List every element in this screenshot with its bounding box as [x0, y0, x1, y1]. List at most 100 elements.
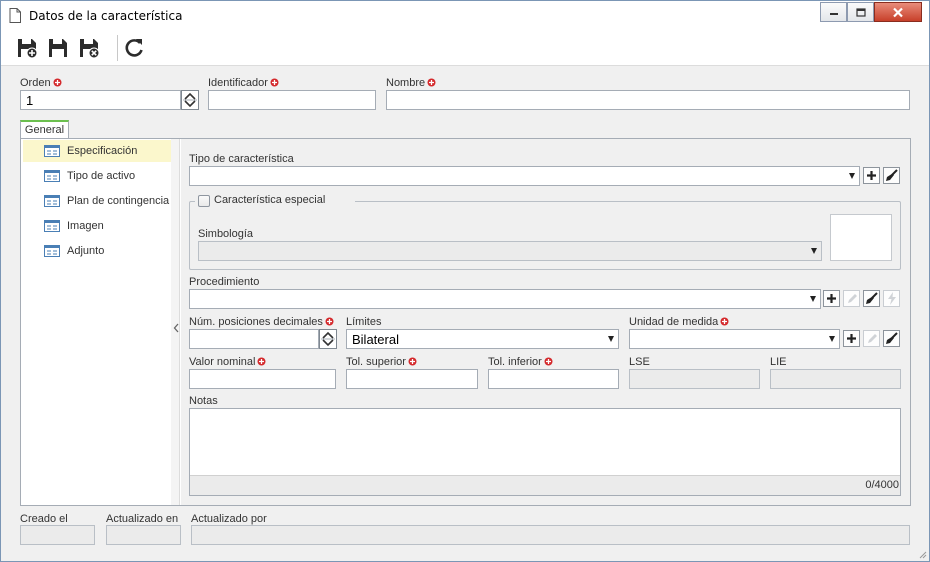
nav-label: Imagen	[67, 220, 104, 232]
dropdown-arrow-icon	[810, 296, 816, 302]
actualizado-por-input	[191, 525, 910, 545]
clear-procedimiento-button[interactable]	[863, 290, 880, 307]
orden-label: Orden	[20, 77, 62, 89]
procedimiento-label: Procedimiento	[189, 276, 260, 288]
window-title: Datos de la característica	[29, 9, 183, 23]
especial-checkbox[interactable]	[198, 195, 210, 207]
dropdown-arrow-icon	[811, 248, 817, 254]
refresh-icon	[125, 39, 143, 57]
add-tipo-button[interactable]	[863, 167, 880, 184]
tol-inferior-label: Tol. inferior	[488, 356, 553, 368]
pencil-icon	[867, 333, 877, 343]
procedimiento-select[interactable]	[189, 289, 821, 309]
save-and-close-button[interactable]	[76, 35, 102, 61]
nav-label: Plan de contingencia	[67, 195, 170, 207]
identificador-label: Identificador	[208, 77, 279, 89]
tol-inferior-input[interactable]	[488, 369, 619, 389]
save-close-icon	[80, 39, 100, 59]
nav-item-tipo-de-activo[interactable]: Tipo de activo	[23, 165, 171, 187]
required-icon	[408, 357, 417, 366]
decimales-label: Núm. posiciones decimales	[189, 316, 334, 328]
nav-item-especificacion[interactable]: Especificación	[23, 140, 171, 162]
required-icon	[325, 317, 334, 326]
actualizado-en-input	[106, 525, 181, 545]
edit-procedimiento-button[interactable]	[843, 290, 860, 307]
required-icon	[270, 78, 279, 87]
close-icon	[893, 7, 903, 17]
panel-splitter[interactable]	[171, 139, 180, 505]
creado-input	[20, 525, 95, 545]
nav-label: Adjunto	[67, 245, 105, 257]
limites-select[interactable]: Bilateral	[346, 329, 619, 349]
add-procedimiento-button[interactable]	[823, 290, 840, 307]
limites-label: Límites	[346, 316, 382, 328]
unidad-select[interactable]	[629, 329, 840, 349]
orden-stepper[interactable]	[181, 90, 199, 110]
clear-tipo-button[interactable]	[883, 167, 900, 184]
maximize-button[interactable]	[847, 2, 874, 22]
stepper-arrows-icon	[183, 92, 197, 108]
lie-input	[770, 369, 901, 389]
valor-nominal-input[interactable]	[189, 369, 336, 389]
execute-procedimiento-button[interactable]	[883, 290, 900, 307]
form-icon	[44, 145, 60, 157]
decimales-stepper[interactable]	[319, 329, 337, 349]
save-button[interactable]	[45, 35, 71, 61]
symbol-image-box	[830, 214, 892, 261]
required-icon	[544, 357, 553, 366]
dialog-window: Datos de la característica Orden 1 Ident…	[0, 0, 930, 562]
refresh-button[interactable]	[121, 35, 147, 61]
stepper-arrows-icon	[321, 331, 335, 347]
notas-char-counter: 0/4000	[190, 475, 900, 495]
broom-icon	[886, 332, 898, 344]
nombre-label: Nombre	[386, 77, 436, 89]
dropdown-arrow-icon	[829, 336, 835, 342]
plus-icon	[827, 294, 836, 303]
close-button[interactable]	[874, 2, 922, 22]
required-icon	[427, 78, 436, 87]
save-and-new-button[interactable]	[14, 35, 40, 61]
especial-label: Característica especial	[214, 194, 326, 206]
lie-label: LIE	[770, 356, 787, 368]
clear-unidad-button[interactable]	[883, 330, 900, 347]
edit-unidad-button[interactable]	[863, 330, 880, 347]
limites-value: Bilateral	[352, 332, 399, 347]
actualizado-en-label: Actualizado en	[106, 513, 179, 525]
broom-icon	[866, 292, 878, 304]
tipo-select[interactable]	[189, 166, 860, 186]
valor-nominal-label: Valor nominal	[189, 356, 266, 368]
title-bar[interactable]: Datos de la característica	[1, 1, 929, 30]
required-icon	[720, 317, 729, 326]
nav-item-imagen[interactable]: Imagen	[23, 215, 171, 237]
document-icon	[9, 8, 21, 23]
lightning-icon	[887, 292, 896, 305]
collapse-left-icon	[173, 323, 179, 333]
maximize-icon	[855, 7, 866, 17]
minimize-icon	[829, 13, 838, 15]
lse-input	[629, 369, 760, 389]
nombre-input[interactable]	[386, 90, 910, 110]
identificador-input[interactable]	[208, 90, 376, 110]
nav-item-plan-de-contingencia[interactable]: Plan de contingencia	[23, 190, 171, 212]
tab-general[interactable]: General	[20, 120, 69, 139]
required-icon	[53, 78, 62, 87]
orden-input[interactable]: 1	[20, 90, 181, 110]
decimales-input[interactable]	[189, 329, 319, 349]
unidad-label: Unidad de medida	[629, 316, 729, 328]
nav-label: Especificación	[67, 145, 138, 157]
nav-item-adjunto[interactable]: Adjunto	[23, 240, 171, 262]
tol-superior-input[interactable]	[346, 369, 478, 389]
required-icon	[257, 357, 266, 366]
resize-grip-icon[interactable]	[917, 549, 927, 559]
broom-icon	[886, 169, 898, 181]
plus-icon	[847, 334, 856, 343]
form-icon	[44, 170, 60, 182]
toolbar-separator	[117, 35, 118, 61]
side-nav: Especificación Tipo de activo Plan de co…	[21, 139, 171, 505]
plus-icon	[867, 171, 876, 180]
lse-label: LSE	[629, 356, 650, 368]
simbologia-label: Simbología	[198, 228, 254, 240]
minimize-button[interactable]	[820, 2, 847, 22]
add-unidad-button[interactable]	[843, 330, 860, 347]
form-icon	[44, 195, 60, 207]
